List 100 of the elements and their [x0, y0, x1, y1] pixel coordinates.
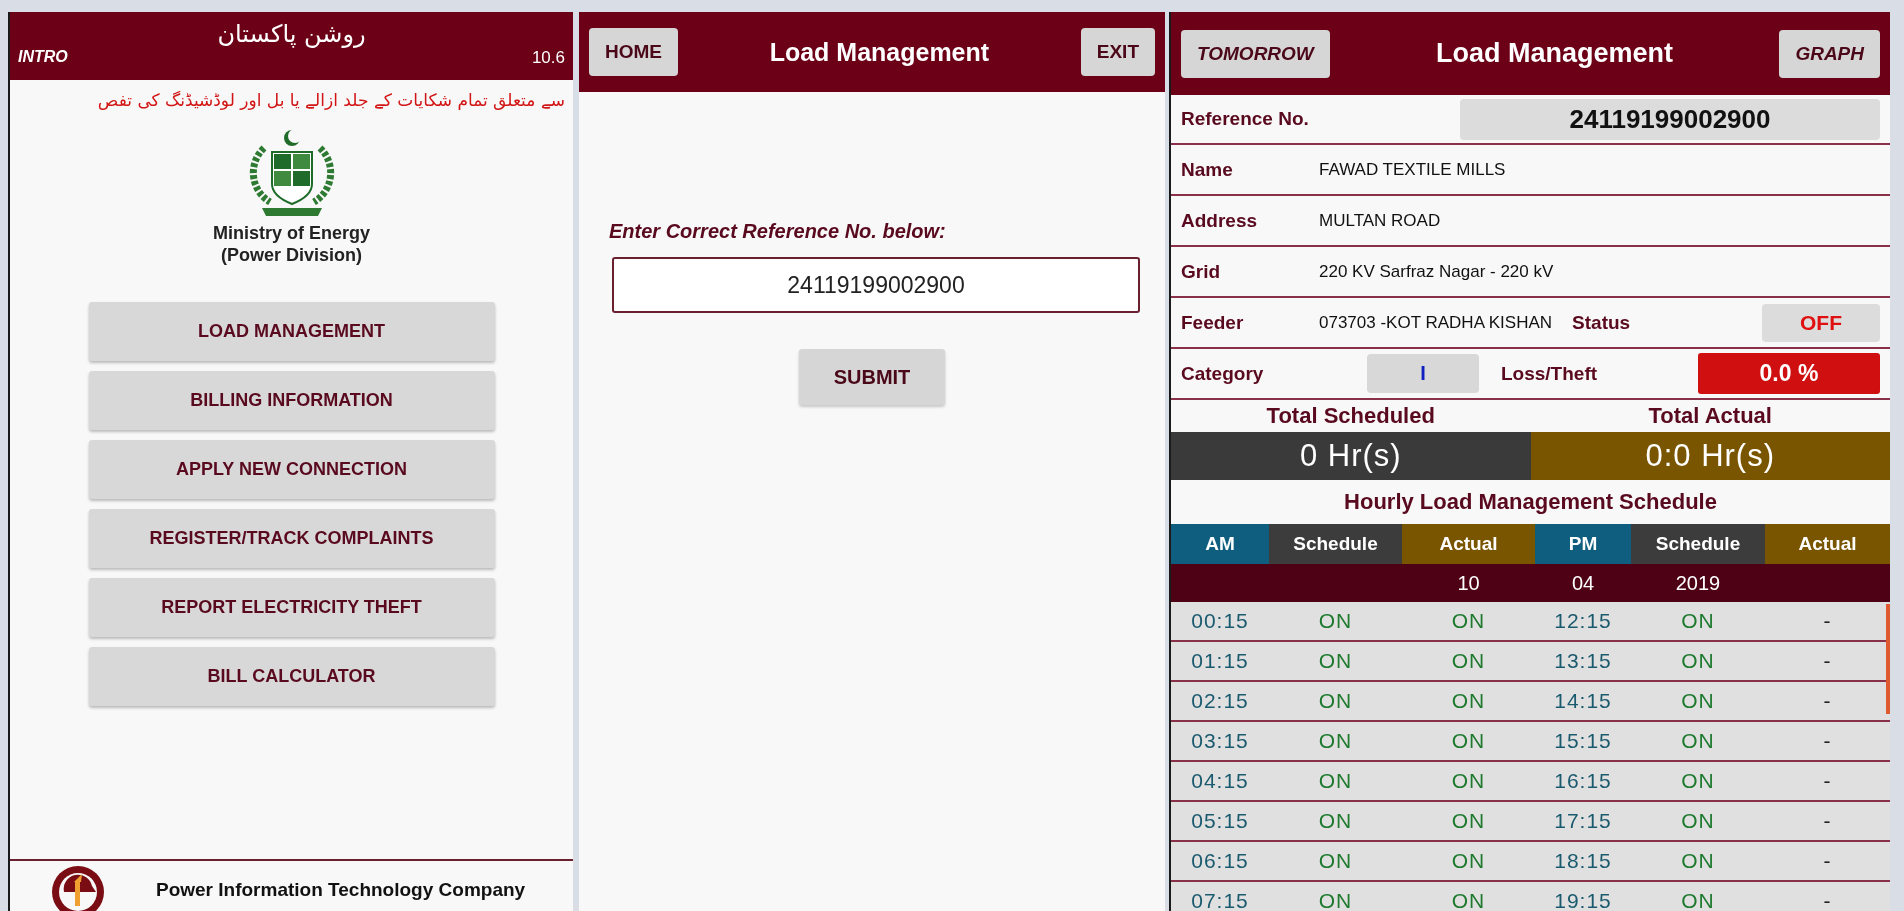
screen-label: INTRO: [18, 48, 68, 67]
version-number: 10.6: [531, 48, 565, 68]
table-cell-text: 16:15: [1553, 768, 1613, 794]
table-cell-text: 12:15: [1553, 608, 1613, 634]
field-value: FAWAD TEXTILE MILLS: [1319, 159, 1506, 180]
table-cell-text: ON: [1450, 728, 1487, 754]
field-label: Reference No.: [1181, 108, 1310, 130]
date-part: 2019: [1674, 570, 1722, 596]
total-value: 0:0 Hr(s): [1530, 432, 1890, 480]
column-header: Schedule: [1269, 524, 1402, 564]
table-cell-text: ON: [1317, 728, 1354, 754]
screen-title: Load Management: [769, 37, 990, 67]
table-cell-text: ON: [1450, 608, 1487, 634]
table-cell-text: 07:15: [1190, 888, 1250, 911]
field-label: Name: [1181, 158, 1234, 181]
table-cell-text: ON: [1680, 688, 1716, 714]
table-cell-text: ON: [1450, 768, 1487, 794]
table-cell-text: -: [1822, 808, 1833, 834]
table-cell-text: -: [1822, 648, 1833, 674]
company-name: Power Information Technology Company: [156, 879, 526, 901]
field-label: Category: [1181, 362, 1265, 385]
total-value: 0 Hr(s): [1171, 432, 1531, 480]
table-cell-text: ON: [1317, 648, 1354, 674]
menu-button[interactable]: LOAD MANAGEMENT: [88, 302, 495, 361]
table-cell-text: ON: [1317, 808, 1354, 834]
date-part: 04: [1570, 570, 1596, 596]
table-cell-text: ON: [1680, 648, 1716, 674]
table-cell-text: -: [1822, 848, 1833, 874]
table-cell-text: ON: [1317, 688, 1354, 714]
schedule-title: Hourly Load Management Schedule: [1343, 488, 1718, 516]
reference-number: 24119199002900: [1460, 98, 1880, 140]
menu-button[interactable]: BILLING INFORMATION: [88, 371, 495, 430]
table-cell-text: ON: [1317, 848, 1354, 874]
table-cell-text: -: [1822, 888, 1833, 911]
reference-input-field[interactable]: 24119199002900: [612, 257, 1140, 313]
table-cell-text: 17:15: [1553, 808, 1613, 834]
column-header: Actual: [1402, 524, 1535, 564]
tomorrow-button[interactable]: TOMORROW: [1181, 29, 1330, 78]
total-label: Total Actual: [1647, 403, 1773, 429]
table-cell-text: ON: [1450, 888, 1487, 911]
table-cell-text: 02:15: [1190, 688, 1250, 714]
field-value: 073703 -KOT RADHA KISHAN: [1319, 312, 1553, 333]
field-label: Feeder: [1181, 311, 1245, 334]
status-value: OFF: [1762, 303, 1880, 342]
field-label: Status: [1572, 311, 1631, 334]
table-cell-text: -: [1822, 688, 1833, 714]
table-cell-text: ON: [1450, 808, 1487, 834]
loss-value: 0.0 %: [1698, 353, 1880, 394]
table-cell-text: ON: [1450, 648, 1487, 674]
ministry-name: (Power Division): [221, 244, 362, 266]
screen-title: Load Management: [1436, 38, 1674, 69]
menu-button[interactable]: REGISTER/TRACK COMPLAINTS: [88, 509, 495, 568]
table-cell-text: -: [1822, 768, 1833, 794]
table-cell-text: ON: [1680, 808, 1716, 834]
table-cell-text: 05:15: [1190, 808, 1250, 834]
menu-button[interactable]: APPLY NEW CONNECTION: [88, 440, 495, 499]
graph-button[interactable]: GRAPH: [1779, 29, 1880, 78]
table-cell-text: ON: [1680, 848, 1716, 874]
exit-button[interactable]: EXIT: [1080, 28, 1155, 76]
scrollbar[interactable]: [1886, 604, 1890, 714]
table-cell-text: -: [1822, 728, 1833, 754]
table-cell-text: 14:15: [1553, 688, 1613, 714]
table-cell-text: 06:15: [1190, 848, 1250, 874]
table-cell-text: ON: [1450, 848, 1487, 874]
menu-button[interactable]: REPORT ELECTRICITY THEFT: [88, 578, 495, 637]
table-cell-text: ON: [1680, 768, 1716, 794]
app-title: روشن پاکستان: [217, 20, 366, 48]
menu-button[interactable]: BILL CALCULATOR: [88, 647, 495, 706]
table-cell-text: 04:15: [1190, 768, 1250, 794]
column-header: AM: [1171, 524, 1269, 564]
scrolling-notice: سے متعلق تمام شکایات کے جلد ازالے یا بل اور لوڈشیڈنگ کی تفص: [96, 89, 566, 110]
category-value: I: [1367, 354, 1479, 393]
field-label: Enter Correct Reference No. below:: [609, 220, 947, 243]
table-cell-text: ON: [1450, 688, 1487, 714]
column-header: Actual: [1765, 524, 1890, 564]
table-cell-text: 15:15: [1553, 728, 1613, 754]
field-label: Grid: [1181, 260, 1222, 283]
table-cell-text: 19:15: [1553, 888, 1613, 911]
table-cell-text: 18:15: [1553, 848, 1613, 874]
total-label: Total Scheduled: [1265, 403, 1436, 429]
table-cell-text: 00:15: [1190, 608, 1250, 634]
table-cell-text: ON: [1680, 888, 1716, 911]
table-cell-text: ON: [1317, 888, 1354, 911]
table-cell-text: ON: [1317, 768, 1354, 794]
date-part: 10: [1456, 570, 1481, 596]
column-header: PM: [1535, 524, 1631, 564]
field-value: 220 KV Sarfraz Nagar - 220 kV: [1319, 261, 1554, 282]
table-cell-text: ON: [1680, 728, 1716, 754]
field-value: MULTAN ROAD: [1319, 210, 1441, 231]
table-cell-text: ON: [1317, 608, 1354, 634]
field-label: Address: [1181, 209, 1259, 232]
table-cell-text: 01:15: [1190, 648, 1250, 674]
table-cell-text: ON: [1680, 608, 1716, 634]
ministry-name: Ministry of Energy: [213, 222, 370, 244]
table-cell-text: 03:15: [1190, 728, 1250, 754]
home-button[interactable]: HOME: [589, 28, 678, 76]
table-cell-text: 13:15: [1553, 648, 1613, 674]
submit-button[interactable]: SUBMIT: [799, 349, 945, 405]
table-cell-text: -: [1822, 608, 1833, 634]
column-header: Schedule: [1631, 524, 1765, 564]
